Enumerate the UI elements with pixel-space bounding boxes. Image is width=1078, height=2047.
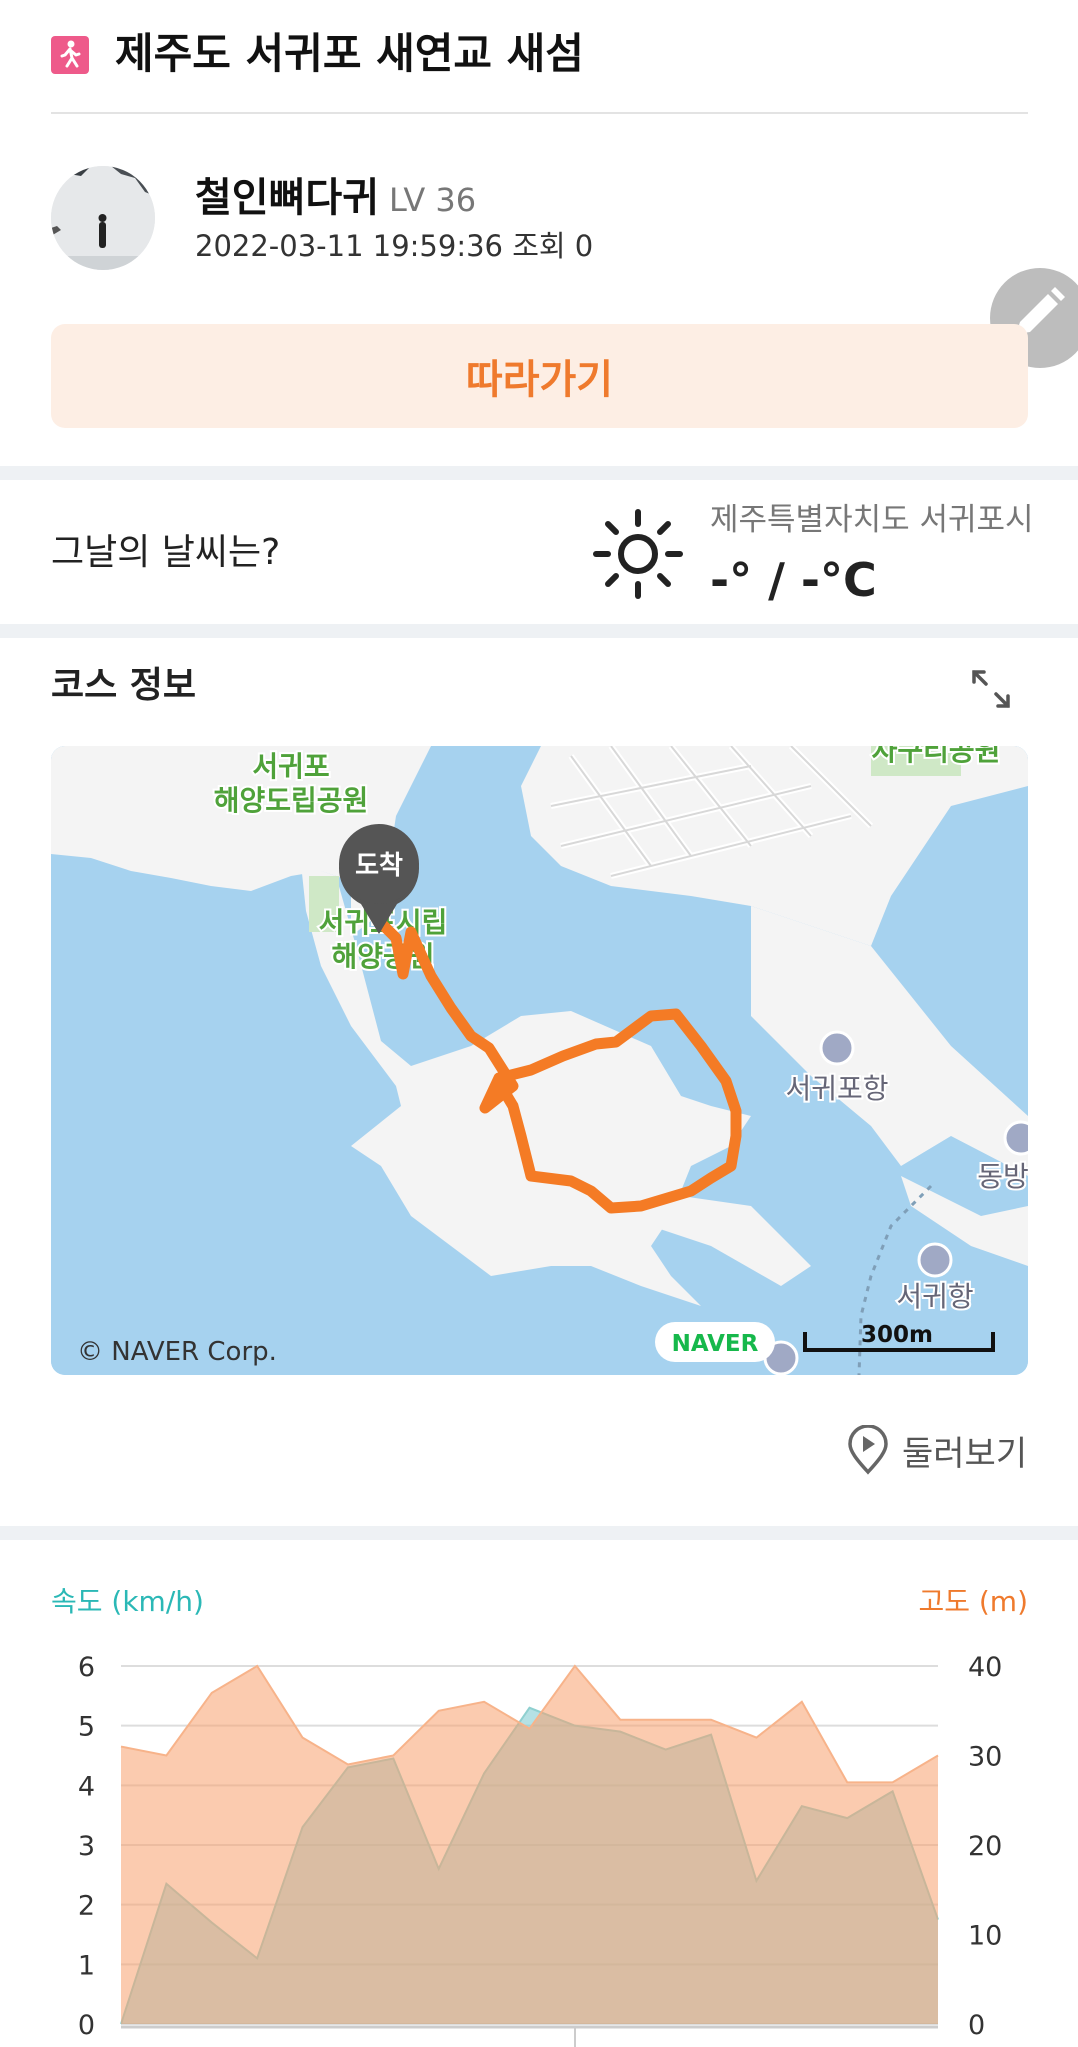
- post-datetime: 2022-03-11 19:59:36: [195, 229, 503, 263]
- altitude-axis-label: 고도 (m): [918, 1585, 1028, 1618]
- speed-tick-label: 0: [78, 2010, 95, 2041]
- speed-tick-label: 3: [78, 1831, 95, 1862]
- port-icon: [1003, 1120, 1028, 1156]
- map-label-port1: 서귀포항: [785, 1072, 888, 1105]
- sun-icon: [592, 508, 684, 600]
- section-divider: [0, 466, 1078, 480]
- altitude-tick-label: 20: [968, 1831, 1002, 1862]
- map-label-park1-line2: 해양도립공원: [214, 784, 369, 817]
- view-count: 조회 0: [512, 229, 594, 263]
- course-title: 코스 정보: [51, 665, 197, 706]
- section-divider: [0, 1526, 1078, 1540]
- user-name-text: 철인뼈다귀: [195, 175, 379, 221]
- weather-location: 제주특별자치도 서귀포시: [710, 502, 1034, 538]
- follow-button[interactable]: 따라가기: [51, 324, 1028, 428]
- page-title: 제주도 서귀포 새연교 새섬: [115, 29, 584, 78]
- port-icon: [819, 1030, 855, 1066]
- expand-arrows-icon[interactable]: [970, 668, 1012, 710]
- naver-logo: NAVER: [672, 1331, 759, 1357]
- speed-tick-label: 1: [78, 1950, 95, 1981]
- map-scale-label: 300m: [861, 1322, 933, 1348]
- weather-temperature: -° / -°C: [710, 553, 877, 607]
- altitude-tick-label: 30: [968, 1742, 1002, 1773]
- arrival-marker-label: 도착: [355, 851, 403, 881]
- speed-tick-label: 4: [78, 1771, 95, 1802]
- header-divider: [51, 112, 1028, 114]
- speed-tick-label: 5: [78, 1712, 95, 1743]
- speed-axis-label: 속도 (km/h): [51, 1585, 204, 1618]
- speed-altitude-chart: 0 1 2 3 4 5 6 0 10 20 30 40: [78, 1652, 1002, 2047]
- section-divider: [0, 624, 1078, 638]
- post-meta: 2022-03-11 19:59:36 조회 0: [195, 226, 593, 266]
- look-around-label: 둘러보기: [902, 1433, 1028, 1474]
- map-label-top-right: 자구리공원: [872, 746, 1001, 767]
- map-label-park1: 서귀포: [252, 750, 329, 783]
- altitude-tick-label: 40: [968, 1652, 1002, 1683]
- play-pin-icon: [848, 1425, 888, 1475]
- map-label-port2: 동방: [977, 1160, 1028, 1193]
- look-around-button[interactable]: 둘러보기: [846, 1424, 1027, 1476]
- speed-tick-label: 2: [78, 1891, 95, 1922]
- map-copyright: © NAVER Corp.: [77, 1337, 277, 1367]
- user-name[interactable]: 철인뼈다귀 LV 36: [195, 170, 476, 228]
- speed-tick-label: 6: [78, 1652, 95, 1683]
- avatar[interactable]: [51, 166, 155, 270]
- altitude-tick-label: 10: [968, 1921, 1002, 1952]
- map-label-port3: 서귀항: [896, 1280, 973, 1313]
- port-icon: [917, 1242, 953, 1278]
- course-map[interactable]: 서귀포 해양도립공원 서귀포시립 해양공원 자구리공원 서귀포항 동방 서귀항 …: [51, 746, 1028, 1375]
- weather-question: 그날의 날씨는?: [51, 532, 281, 573]
- walking-person-icon: [51, 36, 89, 74]
- user-level: LV 36: [389, 181, 477, 219]
- altitude-tick-label: 0: [968, 2010, 985, 2041]
